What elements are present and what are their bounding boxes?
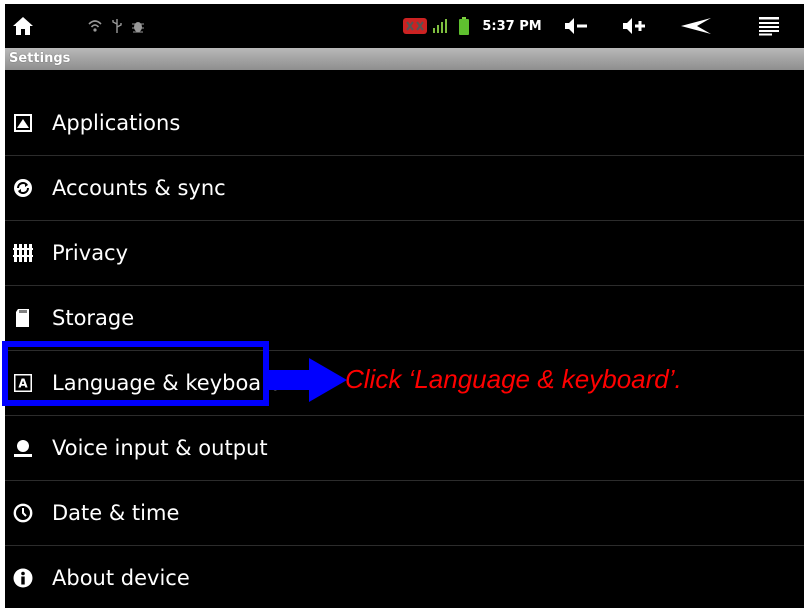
status-bar: 5:37 PM [5, 4, 804, 48]
page-title: Settings [5, 48, 804, 70]
settings-item-applications[interactable]: Applications [5, 91, 804, 156]
svg-text:A: A [18, 377, 28, 391]
debug-icon [129, 4, 147, 48]
volume-down-icon[interactable] [561, 4, 591, 48]
settings-item-label: Date & time [52, 501, 180, 525]
settings-item-date-time[interactable]: Date & time [5, 481, 804, 546]
voice-icon [13, 438, 33, 458]
settings-item-label: Language & keyboard [52, 371, 283, 395]
settings-list: Applications Accounts & sync Privacy Sto… [5, 91, 804, 608]
signal-icon [431, 4, 449, 48]
menu-icon[interactable] [753, 4, 785, 48]
volume-up-icon[interactable] [619, 4, 649, 48]
wifi-icon [85, 4, 105, 48]
storage-icon [13, 308, 33, 328]
settings-item-accounts-sync[interactable]: Accounts & sync [5, 156, 804, 221]
sync-icon [13, 178, 33, 198]
applications-icon [13, 113, 33, 133]
arrow-icon [269, 358, 347, 402]
settings-item-label: Storage [52, 306, 135, 330]
settings-item-label: Voice input & output [52, 436, 268, 460]
settings-item-storage[interactable]: Storage [5, 286, 804, 351]
device-screen: 5:37 PM Settings Applications Accounts & [5, 4, 804, 608]
clock-time: 5:37 PM [482, 18, 542, 34]
back-icon[interactable] [677, 4, 717, 48]
info-icon [13, 568, 33, 588]
settings-item-label: Applications [52, 111, 181, 135]
settings-item-voice[interactable]: Voice input & output [5, 416, 804, 481]
home-icon[interactable] [5, 4, 41, 48]
settings-item-label: About device [52, 566, 190, 590]
language-icon: A [13, 373, 33, 393]
usb-icon [109, 4, 125, 48]
settings-item-label: Privacy [52, 241, 129, 265]
notification-icon[interactable] [402, 4, 428, 48]
battery-icon [457, 4, 471, 48]
settings-item-about-device[interactable]: About device [5, 546, 804, 608]
settings-item-privacy[interactable]: Privacy [5, 221, 804, 286]
clock-icon [13, 503, 33, 523]
annotation-text: Click ‘Language & keyboard’. [345, 364, 682, 394]
privacy-icon [13, 243, 33, 263]
settings-item-label: Accounts & sync [52, 176, 226, 200]
